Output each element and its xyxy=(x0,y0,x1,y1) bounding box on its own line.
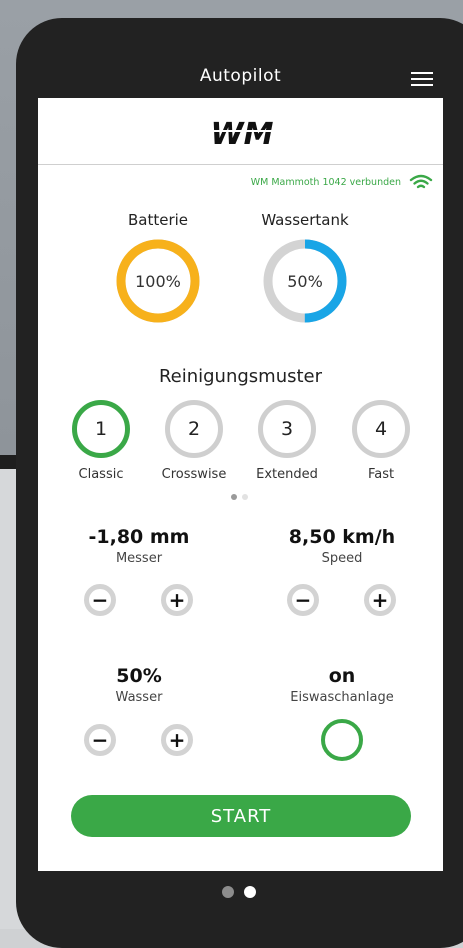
pattern-label: Classic xyxy=(78,467,124,482)
pattern-label: Extended xyxy=(256,467,318,482)
wasser-minus-button[interactable]: − xyxy=(84,724,116,756)
pattern-label: Fast xyxy=(367,467,395,482)
wm-logo: WM xyxy=(210,117,274,150)
logo-text: WM xyxy=(211,117,274,150)
eiswasch-value: on xyxy=(328,665,356,687)
pattern-extended[interactable]: 3 Extended xyxy=(242,400,332,482)
pattern-section-title: Reinigungsmuster xyxy=(158,366,323,387)
app-screen: WM WM Mammoth 1042 verbunden Batterie 10… xyxy=(38,98,443,871)
pattern-1-button[interactable]: 1 xyxy=(72,400,130,458)
pattern-classic[interactable]: 1 Classic xyxy=(56,400,146,482)
battery-value: 100% xyxy=(135,272,181,291)
eiswasch-toggle[interactable] xyxy=(321,719,363,761)
messer-control: -1,80 mm Messer xyxy=(69,526,209,566)
app-header: Autopilot xyxy=(38,60,443,98)
pager-dot[interactable] xyxy=(244,886,256,898)
pattern-page-indicator[interactable] xyxy=(231,494,248,500)
pattern-page-dot[interactable] xyxy=(242,494,248,500)
speed-control: 8,50 km/h Speed xyxy=(272,526,412,566)
watertank-gauge: Wassertank 50% xyxy=(260,211,350,325)
messer-value: -1,80 mm xyxy=(88,526,190,548)
connection-text: WM Mammoth 1042 verbunden xyxy=(250,176,401,188)
start-button[interactable]: START xyxy=(71,795,411,837)
messer-label: Messer xyxy=(115,551,163,566)
pattern-3-button[interactable]: 3 xyxy=(258,400,316,458)
pattern-page-dot[interactable] xyxy=(231,494,237,500)
pattern-2-button[interactable]: 2 xyxy=(165,400,223,458)
wasser-value: 50% xyxy=(116,665,162,687)
watertank-label: Wassertank xyxy=(261,211,349,229)
eiswasch-control: on Eiswaschanlage xyxy=(272,665,412,705)
battery-ring: 100% xyxy=(116,239,200,323)
logo-header: WM xyxy=(38,98,443,165)
pattern-label: Crosswise xyxy=(161,467,227,482)
watertank-ring: 50% xyxy=(263,239,347,323)
messer-minus-button[interactable]: − xyxy=(84,584,116,616)
eiswasch-label: Eiswaschanlage xyxy=(290,690,394,705)
wasser-plus-button[interactable]: + xyxy=(161,724,193,756)
pattern-4-button[interactable]: 4 xyxy=(352,400,410,458)
wasser-control: 50% Wasser xyxy=(69,665,209,705)
speed-minus-button[interactable]: − xyxy=(287,584,319,616)
speed-plus-button[interactable]: + xyxy=(364,584,396,616)
watertank-value: 50% xyxy=(287,272,323,291)
wasser-label: Wasser xyxy=(115,690,163,705)
speed-value: 8,50 km/h xyxy=(288,526,396,548)
speed-label: Speed xyxy=(321,551,363,566)
battery-gauge: Batterie 100% xyxy=(113,211,203,325)
pager[interactable] xyxy=(222,886,256,898)
connection-status: WM Mammoth 1042 verbunden xyxy=(251,174,433,190)
wifi-icon xyxy=(409,174,433,189)
pattern-crosswise[interactable]: 2 Crosswise xyxy=(149,400,239,482)
pager-dot[interactable] xyxy=(222,886,234,898)
hamburger-menu-icon[interactable] xyxy=(411,72,433,86)
battery-label: Batterie xyxy=(127,211,189,229)
messer-plus-button[interactable]: + xyxy=(161,584,193,616)
pattern-fast[interactable]: 4 Fast xyxy=(336,400,426,482)
page-title: Autopilot xyxy=(199,66,282,86)
